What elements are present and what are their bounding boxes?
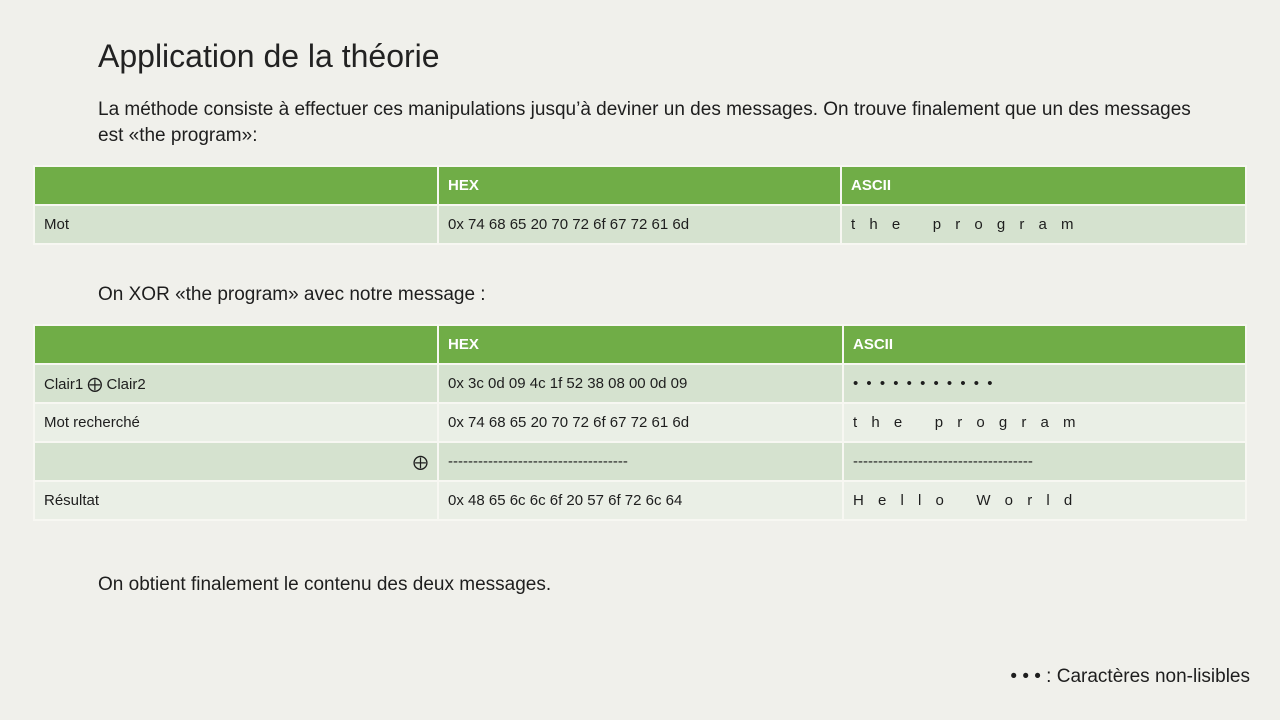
- intro-text: La méthode consiste à effectuer ces mani…: [98, 99, 1191, 146]
- header-cell: ASCII: [840, 165, 1247, 206]
- table-row: ⨁ ------------------------------------ -…: [33, 441, 1247, 482]
- header-cell: [33, 324, 439, 365]
- hex-cell: 0x 48 65 6c 6c 6f 20 57 6f 72 6c 64: [437, 480, 844, 521]
- word-table: HEX ASCII Mot 0x 74 68 65 20 70 72 6f 67…: [33, 165, 1247, 245]
- xor-symbol-icon: ⨁: [33, 441, 439, 482]
- header-cell: HEX: [437, 165, 842, 206]
- xor-table: HEX ASCII Clair1 ⨁ Clair2 0x 3c 0d 09 4c…: [33, 324, 1247, 521]
- table-row: Clair1 ⨁ Clair2 0x 3c 0d 09 4c 1f 52 38 …: [33, 363, 1247, 404]
- ascii-cell: t h e p r o g r a m: [842, 402, 1247, 443]
- ascii-cell: H e l l o W o r l d: [842, 480, 1247, 521]
- table-header: HEX ASCII: [33, 165, 1247, 206]
- row-label: Résultat: [33, 480, 439, 521]
- xor-text: On XOR «the program» avec notre message …: [98, 284, 486, 305]
- hex-cell: 0x 74 68 65 20 70 72 6f 67 72 61 6d: [437, 402, 844, 443]
- header-cell: ASCII: [842, 324, 1247, 365]
- conclusion-text: On obtient finalement le contenu des deu…: [98, 574, 552, 595]
- ascii-cell: t h e p r o g r a m: [840, 204, 1247, 245]
- row-label: Clair1 ⨁ Clair2: [33, 363, 439, 404]
- row-label: Mot: [33, 204, 439, 245]
- row-label: Mot recherché: [33, 402, 439, 443]
- header-cell: HEX: [437, 324, 844, 365]
- separator-cell: ------------------------------------: [842, 441, 1247, 482]
- header-cell: [33, 165, 439, 206]
- table-header: HEX ASCII: [33, 324, 1247, 365]
- table-row: Mot recherché 0x 74 68 65 20 70 72 6f 67…: [33, 402, 1247, 443]
- hex-cell: 0x 74 68 65 20 70 72 6f 67 72 61 6d: [437, 204, 842, 245]
- slide-title: Application de la théorie: [98, 38, 440, 74]
- table-row: Résultat 0x 48 65 6c 6c 6f 20 57 6f 72 6…: [33, 480, 1247, 521]
- ascii-cell: • • • • • • • • • • •: [842, 363, 1247, 404]
- separator-cell: ------------------------------------: [437, 441, 844, 482]
- hex-cell: 0x 3c 0d 09 4c 1f 52 38 08 00 0d 09: [437, 363, 844, 404]
- legend-text: • • • : Caractères non-lisibles: [1010, 666, 1250, 687]
- table-row: Mot 0x 74 68 65 20 70 72 6f 67 72 61 6d …: [33, 204, 1247, 245]
